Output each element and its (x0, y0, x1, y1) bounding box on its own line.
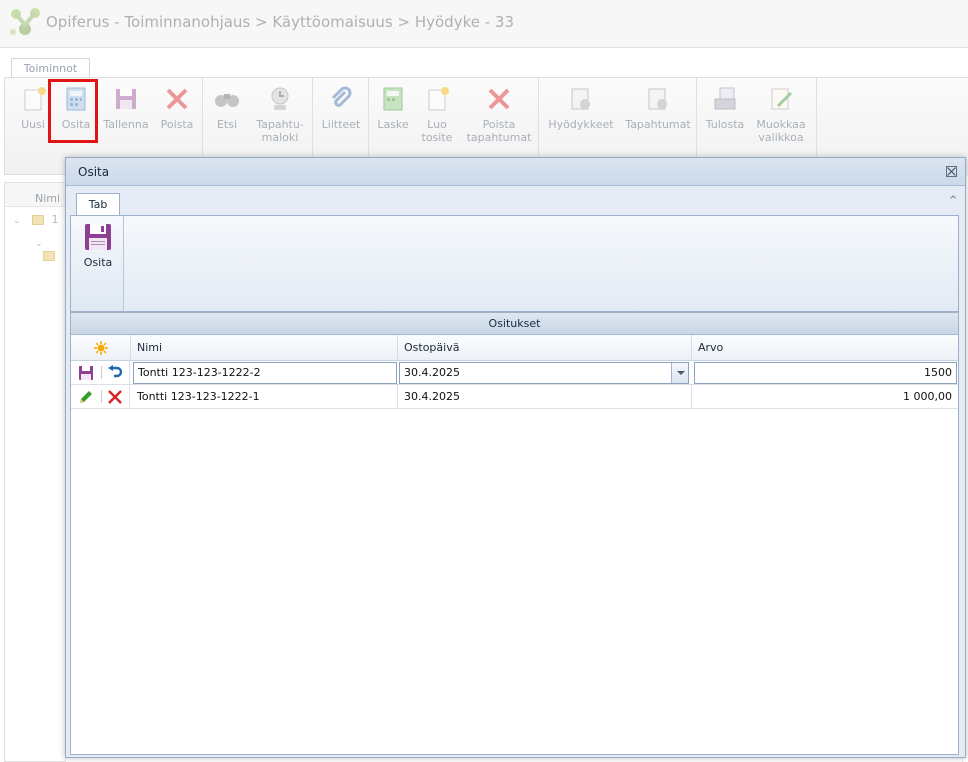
table-row-editing: Tontti 123-123-1222-2 30.4.2025 1500 (71, 361, 958, 385)
tree-column-header: Nimi (5, 183, 65, 207)
poista-tapahtumat-button[interactable]: Poista tapahtumat (463, 84, 535, 144)
luo-tosite-button[interactable]: Luo tosite (419, 84, 455, 144)
laske-button[interactable]: Laske (375, 84, 411, 131)
arvo-input[interactable]: 1500 (694, 362, 957, 384)
tapahtumaloki-button[interactable]: Tapahtu-maloki (253, 84, 307, 144)
column-header-arvo[interactable]: Arvo (692, 335, 958, 360)
edit-menu-icon (771, 88, 793, 110)
chevron-down-icon[interactable]: ⌄ (13, 216, 21, 226)
osita-highlight-box (48, 79, 98, 143)
ribbon-group-print: Tulosta Muokkaa valikkoa (697, 78, 817, 158)
delete-x-icon (488, 88, 510, 110)
chevron-down-icon[interactable] (671, 363, 688, 383)
asset-list-icon (571, 88, 590, 110)
dialog-ribbon: Osita (70, 215, 959, 312)
opiferus-logo-icon (10, 8, 40, 35)
tapahtumat-button[interactable]: Tapahtumat (623, 84, 693, 131)
save-row-icon[interactable] (78, 365, 94, 381)
save-icon (116, 89, 136, 109)
tallenna-button[interactable]: Tallenna (101, 84, 151, 131)
osita-dialog: Osita Tab ^ Osita Ositukset Nimi Ostopäi… (65, 157, 966, 758)
close-icon[interactable] (946, 166, 957, 177)
breadcrumb: Opiferus - Toiminnanohjaus > Käyttöomais… (46, 13, 514, 31)
save-icon (85, 224, 111, 250)
tab-toiminnot[interactable]: Toiminnot (11, 58, 90, 78)
ribbon-group-attachments: Liitteet (313, 78, 369, 158)
ribbon-group-edit: Uusi Osita Tallenna Poista (5, 78, 203, 158)
dialog-ribbon-group: Osita (71, 216, 124, 311)
events-list-icon (648, 88, 667, 110)
calculator-icon (383, 87, 403, 111)
ribbon-group-search: Etsi Tapahtu-maloki (203, 78, 313, 158)
osita-save-button[interactable]: Osita (77, 222, 119, 269)
tree-row[interactable]: ⌄ (35, 236, 65, 262)
folder-icon (32, 215, 45, 225)
separator (101, 366, 102, 379)
new-voucher-icon (428, 87, 449, 111)
delete-x-icon (166, 88, 188, 110)
ostopaiva-combobox[interactable]: 30.4.2025 (399, 362, 689, 384)
new-document-icon (24, 87, 46, 111)
app-header: Opiferus - Toiminnanohjaus > Käyttöomais… (0, 0, 968, 48)
dialog-title: Osita (78, 165, 110, 179)
add-row-header[interactable] (71, 335, 131, 360)
liitteet-button[interactable]: Liitteet (319, 84, 363, 131)
uusi-button[interactable]: Uusi (13, 84, 53, 131)
paperclip-icon (331, 86, 352, 107)
folder-icon (43, 251, 55, 261)
grid-header: Nimi Ostopäivä Arvo (71, 335, 958, 361)
tree-row[interactable]: ⌄ 1 (13, 213, 59, 226)
grid-caption: Ositukset (71, 313, 958, 335)
cell-ostopaiva: 30.4.2025 (398, 385, 692, 408)
event-log-icon (271, 87, 289, 110)
row-actions (71, 361, 130, 384)
edit-pencil-icon[interactable] (78, 389, 94, 405)
nimi-input[interactable]: Tontti 123-123-1222-2 (133, 362, 397, 384)
column-header-ostopaiva[interactable]: Ostopäivä (398, 335, 692, 360)
delete-x-icon[interactable] (107, 389, 123, 405)
separator (101, 390, 102, 403)
row-actions (71, 385, 130, 408)
cell-nimi: Tontti 123-123-1222-1 (131, 385, 398, 408)
chevron-down-icon[interactable]: ⌄ (35, 239, 43, 249)
ribbon-group-lists: Hyödykkeet Tapahtumat (539, 78, 697, 158)
table-row[interactable]: Tontti 123-123-1222-1 30.4.2025 1 000,00 (71, 385, 958, 409)
ositukset-grid: Ositukset Nimi Ostopäivä Arvo Tontti 123… (70, 312, 959, 755)
undo-icon[interactable] (107, 365, 123, 381)
collapse-ribbon-icon[interactable]: ^ (949, 195, 961, 206)
hyodykkeet-button[interactable]: Hyödykkeet (547, 84, 615, 131)
dialog-title-bar: Osita (66, 158, 965, 186)
poista-button[interactable]: Poista (155, 84, 199, 131)
muokkaa-valikkoa-button[interactable]: Muokkaa valikkoa (753, 84, 809, 144)
printer-icon (714, 87, 736, 110)
tab-tab[interactable]: Tab (76, 193, 120, 216)
etsi-button[interactable]: Etsi (211, 84, 243, 131)
background-tree-panel: Nimi ⌄ 1 ⌄ (4, 182, 66, 762)
column-header-nimi[interactable]: Nimi (131, 335, 398, 360)
ribbon-group-calc: Laske Luo tosite Poista tapahtumat (369, 78, 539, 158)
binoculars-icon (215, 94, 239, 107)
cell-arvo: 1 000,00 (903, 390, 952, 403)
tulosta-button[interactable]: Tulosta (703, 84, 747, 131)
add-new-star-icon[interactable] (93, 340, 109, 356)
